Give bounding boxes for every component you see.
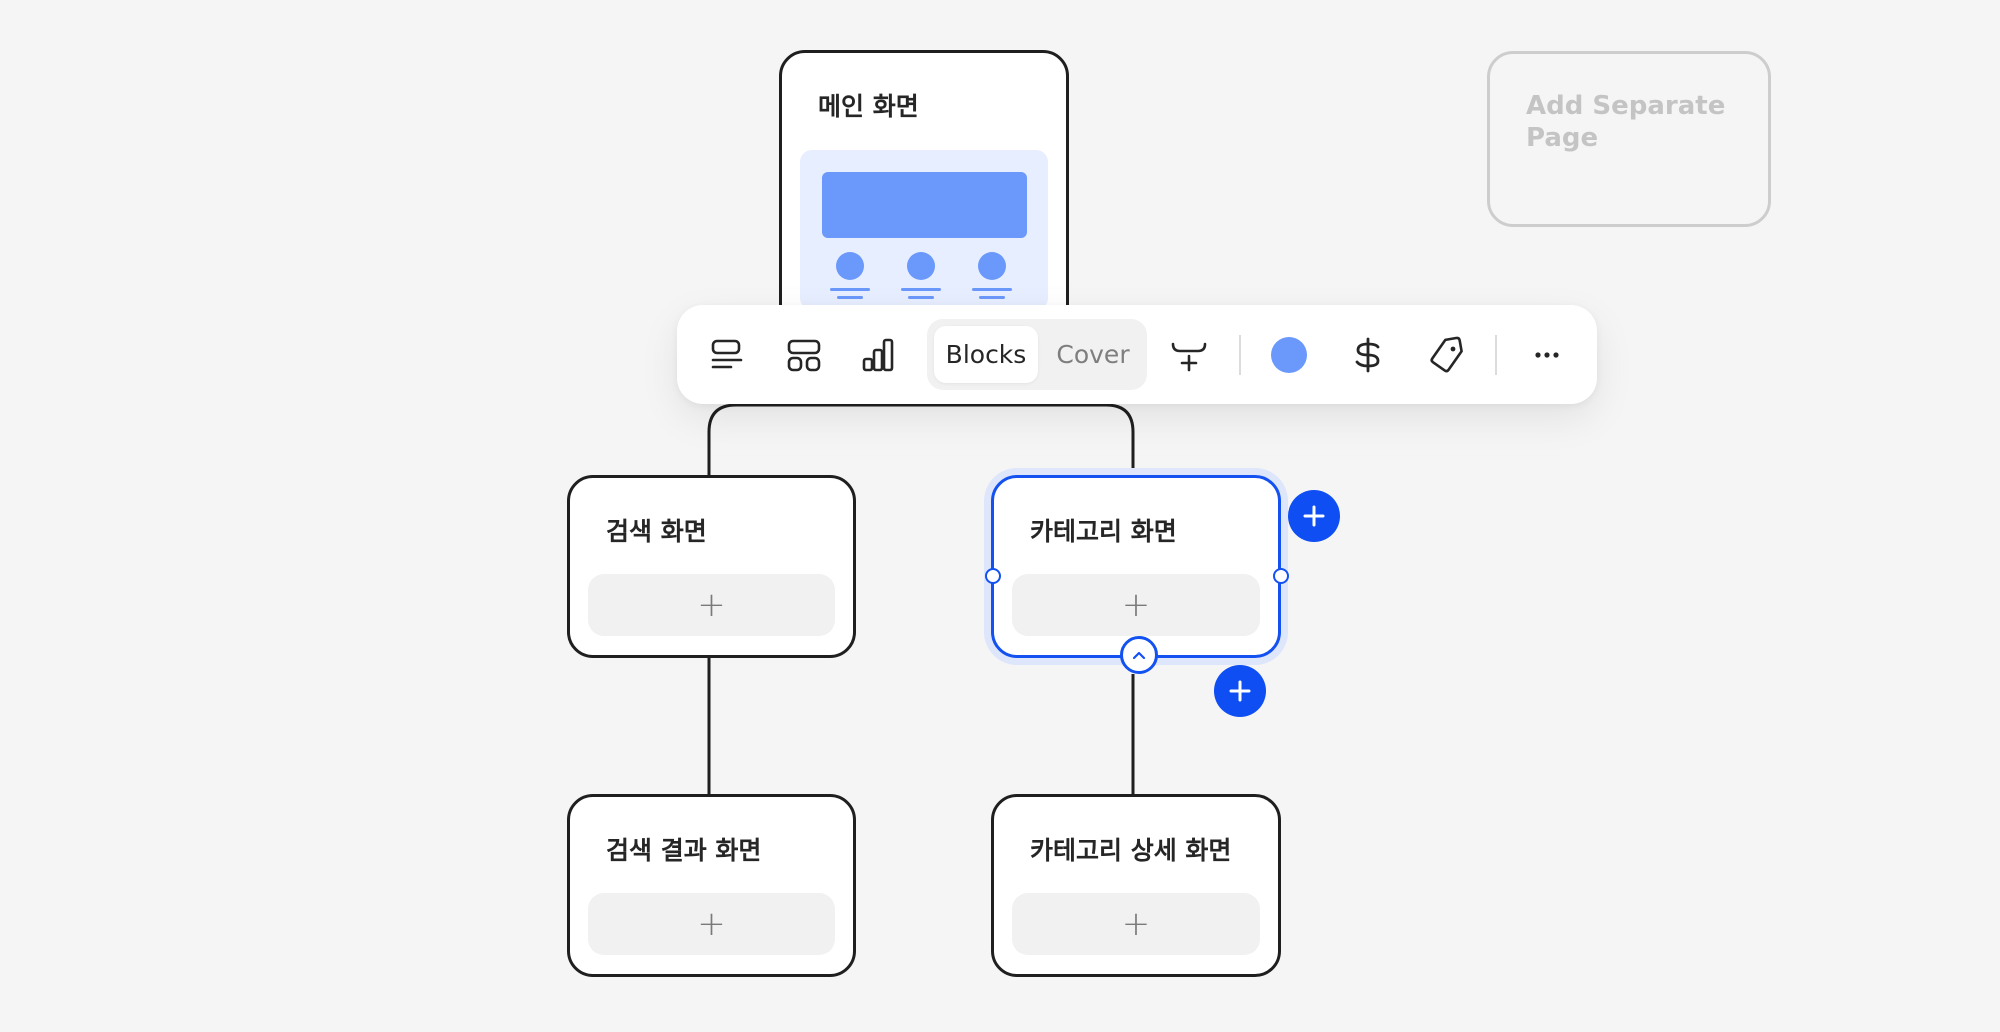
preview-line [901,288,941,291]
grid-layout-icon [787,339,821,372]
more-options-button[interactable] [1521,329,1573,381]
preview-dot [836,252,864,280]
segment-cover[interactable]: Cover [1043,326,1143,383]
insert-between-icon [1171,342,1207,372]
page-node-search-result[interactable]: 검색 결과 화면 + [567,794,856,977]
segment-blocks[interactable]: Blocks [934,326,1038,383]
page-preview-thumbnail [800,150,1048,310]
toolbar-divider [1495,335,1497,375]
tag-button[interactable] [1420,329,1472,381]
add-block-button[interactable]: + [1012,893,1260,955]
page-node-main[interactable]: 메인 화면 [779,50,1069,310]
insert-between-button[interactable] [1163,329,1215,381]
pricing-button[interactable] [1342,329,1394,381]
tag-icon [1430,336,1463,373]
text-layout-button[interactable] [701,329,753,381]
add-block-button[interactable]: + [588,893,835,955]
chevron-up-icon [1132,651,1146,660]
add-separate-page-label: Add Separate Page [1526,91,1726,153]
toolbar-divider [1239,335,1241,375]
view-mode-segmented-control: Blocks Cover [927,319,1147,390]
page-node-search[interactable]: 검색 화면 + [567,475,856,658]
preview-line [979,296,1005,299]
preview-dot [907,252,935,280]
resize-handle-right[interactable] [1273,568,1289,584]
add-child-page-button[interactable] [1214,665,1266,717]
add-separate-page-button[interactable]: Add Separate Page [1487,51,1771,227]
resize-handle-left[interactable] [985,568,1001,584]
more-icon [1535,352,1559,358]
preview-line [837,296,863,299]
collapse-children-toggle[interactable] [1120,636,1158,674]
plus-icon [1229,680,1251,702]
page-node-category-detail[interactable]: 카테고리 상세 화면 + [991,794,1281,977]
page-node-title: 메인 화면 [818,92,919,121]
add-sibling-page-button[interactable] [1288,490,1340,542]
page-node-title: 카테고리 상세 화면 [1030,836,1232,865]
page-node-category[interactable]: 카테고리 화면 + [991,475,1281,658]
page-node-title: 검색 결과 화면 [606,836,762,865]
text-layout-icon [711,339,743,369]
preview-line [908,296,934,299]
plus-icon [1303,505,1325,527]
sitemap-canvas: 메인 화면 Add Separate Page 검색 화면 + 카테고리 화면 … [0,0,2000,1032]
add-block-button[interactable]: + [1012,574,1260,636]
preview-dot [978,252,1006,280]
add-block-button[interactable]: + [588,574,835,636]
bar-chart-button[interactable] [852,329,904,381]
preview-banner [822,172,1027,238]
bar-chart-icon [862,338,894,372]
preview-line [972,288,1012,291]
color-picker-swatch[interactable] [1271,337,1307,373]
grid-layout-button[interactable] [778,329,830,381]
page-node-title: 카테고리 화면 [1030,517,1177,546]
page-node-title: 검색 화면 [606,517,707,546]
floating-toolbar: Blocks Cover [677,305,1597,404]
preview-line [830,288,870,291]
dollar-icon [1355,337,1380,373]
